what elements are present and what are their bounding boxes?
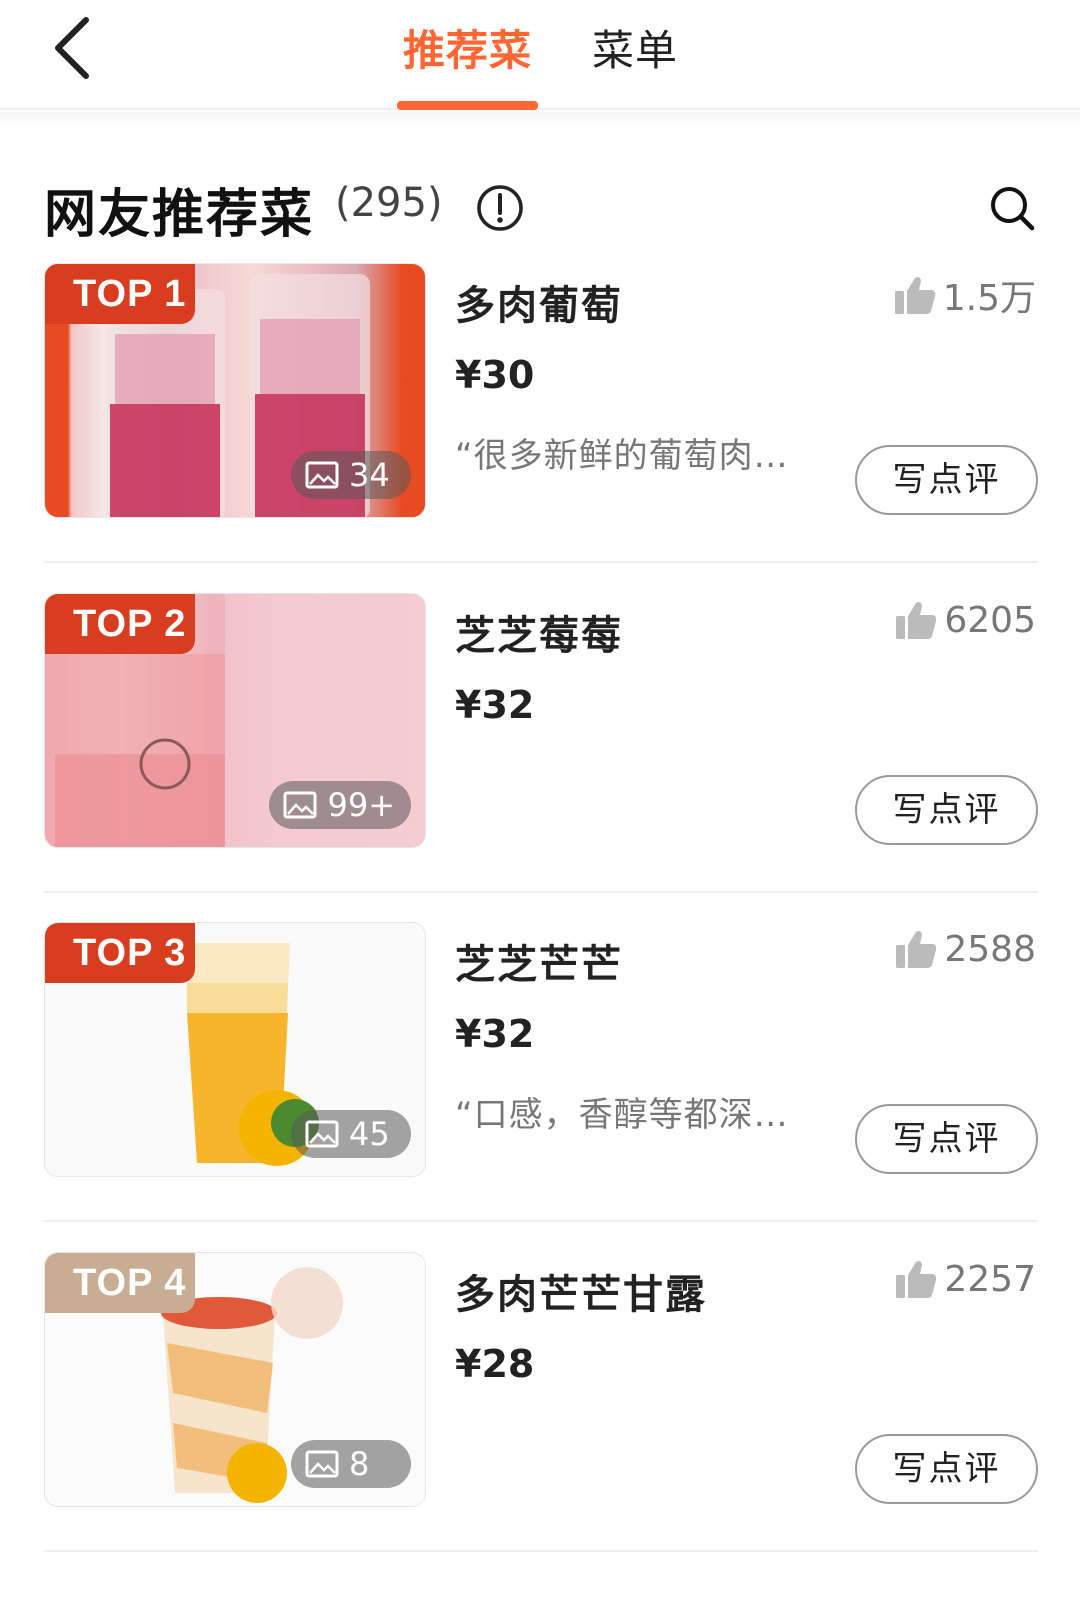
photo-count[interactable]: 99+ <box>269 781 411 829</box>
dish-name: 芝芝芒芒 <box>455 942 623 988</box>
dish-name: 芝芝莓莓 <box>455 613 623 659</box>
like-count[interactable]: 6205 <box>894 599 1036 641</box>
top-nav-bar: 推荐菜 菜单 <box>0 0 1080 110</box>
like-count[interactable]: 2588 <box>894 928 1036 970</box>
dish-quote: “很多新鲜的葡萄肉… <box>455 436 789 476</box>
chevron-left-icon <box>55 17 89 79</box>
dish-photo[interactable]: TOP 3 45 <box>44 922 426 1177</box>
back-button[interactable] <box>44 14 108 82</box>
divider <box>44 1550 1038 1552</box>
write-review-button[interactable]: 写点评 <box>855 445 1038 515</box>
rank-badge: TOP 1 <box>45 264 195 324</box>
dish-price: ¥32 <box>455 683 535 727</box>
like-count-value: 1.5万 <box>942 278 1036 319</box>
photo-count-value: 99+ <box>327 786 395 824</box>
dish-card[interactable]: TOP 4 8 多肉芒芒甘露 ¥28 2257 写点评 <box>0 1252 1080 1592</box>
search-icon[interactable] <box>987 183 1037 233</box>
photo-count-value: 45 <box>349 1115 390 1153</box>
rank-badge: TOP 3 <box>45 923 195 983</box>
section-title: 网友推荐菜 <box>44 185 315 245</box>
photo-count-value: 8 <box>349 1445 370 1483</box>
photo-count[interactable]: 8 <box>291 1440 411 1488</box>
photo-count[interactable]: 34 <box>291 451 411 499</box>
image-icon <box>305 461 339 489</box>
like-count-value: 2588 <box>944 928 1036 970</box>
dish-quote: “口感，香醇等都深… <box>455 1095 789 1135</box>
dish-photo[interactable]: TOP 1 34 <box>44 263 426 518</box>
thumbs-up-icon <box>896 1261 937 1298</box>
dish-card[interactable]: TOP 3 45 芝芝芒芒 ¥32 “口感，香醇等都深… 2588 写点评 <box>0 922 1080 1262</box>
dish-card[interactable]: TOP 1 34 多肉葡萄 ¥30 “很多新鲜的葡萄肉… 1.5万 写点评 <box>0 263 1080 603</box>
like-count[interactable]: 2257 <box>894 1258 1036 1300</box>
dish-name: 多肉芒芒甘露 <box>455 1272 707 1318</box>
rank-badge: TOP 4 <box>45 1253 195 1313</box>
dish-card[interactable]: TOP 2 99+ 芝芝莓莓 ¥32 6205 写点评 <box>0 593 1080 933</box>
write-review-button[interactable]: 写点评 <box>855 1434 1038 1504</box>
header-shadow <box>0 112 1080 128</box>
image-icon <box>283 791 317 819</box>
page: 推荐菜 菜单 网友推荐菜 (295) TOP 1 34 多肉葡萄 ¥30 “很多… <box>0 0 1080 1620</box>
dish-price: ¥32 <box>455 1012 535 1056</box>
like-count[interactable]: 1.5万 <box>893 269 1036 321</box>
write-review-button[interactable]: 写点评 <box>855 775 1038 845</box>
photo-count-value: 34 <box>349 456 390 494</box>
dish-price: ¥28 <box>455 1342 535 1386</box>
rank-badge: TOP 2 <box>45 594 195 654</box>
section-count: (295) <box>335 180 443 226</box>
photo-count[interactable]: 45 <box>291 1110 411 1158</box>
dish-price: ¥30 <box>455 353 535 397</box>
dish-photo[interactable]: TOP 4 8 <box>44 1252 426 1507</box>
thumbs-up-icon <box>896 602 937 639</box>
image-icon <box>305 1120 339 1148</box>
divider <box>44 891 1038 893</box>
write-review-button[interactable]: 写点评 <box>855 1104 1038 1174</box>
thumbs-up-icon <box>894 277 935 314</box>
like-count-value: 6205 <box>944 599 1036 641</box>
like-count-value: 2257 <box>944 1258 1036 1300</box>
dish-photo[interactable]: TOP 2 99+ <box>44 593 426 848</box>
tab-menu[interactable]: 菜单 <box>585 16 685 86</box>
divider <box>44 561 1038 563</box>
divider <box>44 1220 1038 1222</box>
dish-name: 多肉葡萄 <box>455 283 623 329</box>
image-icon <box>305 1450 339 1478</box>
thumbs-up-icon <box>896 931 937 968</box>
tab-recommended[interactable]: 推荐菜 <box>395 16 540 86</box>
active-tab-indicator <box>397 101 538 110</box>
info-icon[interactable] <box>475 183 525 233</box>
